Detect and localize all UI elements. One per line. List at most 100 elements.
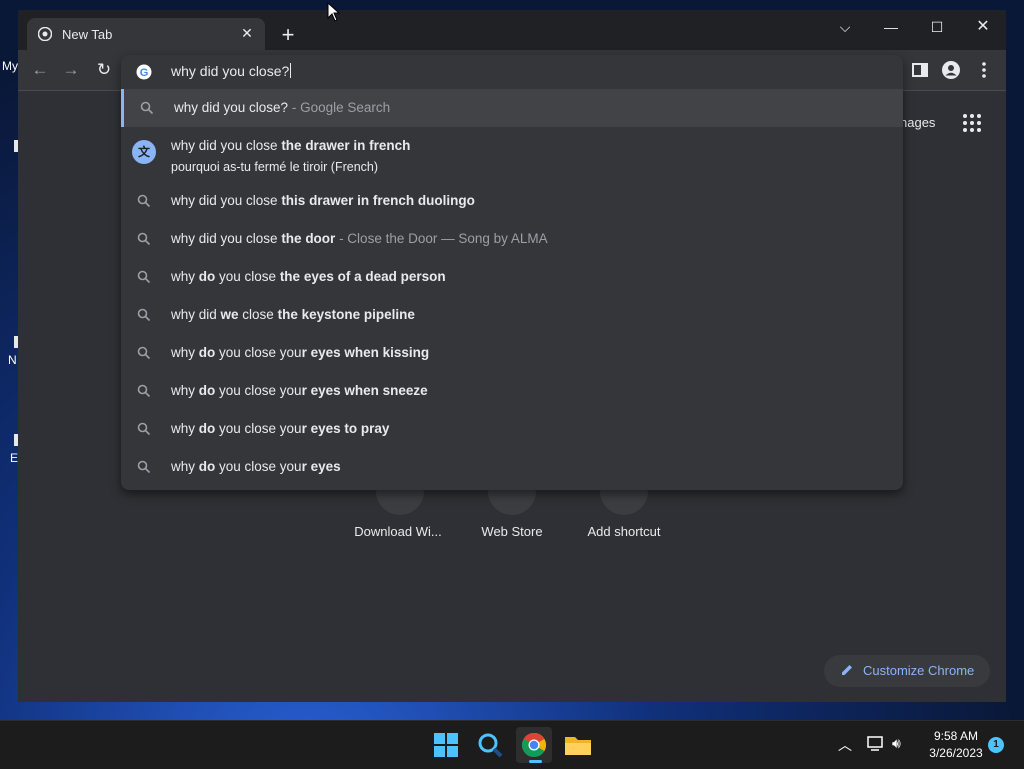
suggestion-text: you close you xyxy=(215,345,302,360)
reload-icon[interactable]: ↻ xyxy=(94,60,114,80)
suggestion-item[interactable]: why did you close? - Google Search xyxy=(121,89,903,127)
tab-new-tab[interactable]: New Tab ✕ xyxy=(27,18,265,50)
maximize-icon[interactable]: ☐ xyxy=(917,14,957,40)
suggestion-item[interactable]: why do you close the eyes of a dead pers… xyxy=(121,258,903,296)
translation-text: pourquoi as-tu fermé le tiroir (French) xyxy=(171,160,379,174)
images-link[interactable]: nages xyxy=(900,115,935,130)
search-icon xyxy=(140,101,154,115)
suggestion-bold: r eyes to pray xyxy=(301,421,390,436)
window-close-icon[interactable]: ✕ xyxy=(963,14,1003,40)
search-icon xyxy=(137,270,151,284)
suggestion-text: why did xyxy=(171,307,221,322)
pencil-icon xyxy=(842,665,852,675)
search-taskbar-button[interactable] xyxy=(472,727,508,763)
desktop-icon-label[interactable]: My xyxy=(2,59,18,73)
suggestion-text: you close you xyxy=(215,383,302,398)
google-apps-grid-icon[interactable] xyxy=(962,113,982,133)
back-arrow-icon[interactable]: ← xyxy=(30,60,50,80)
active-app-indicator xyxy=(529,760,542,763)
notification-badge[interactable]: 1 xyxy=(988,737,1004,753)
minimize-icon[interactable]: — xyxy=(871,14,911,40)
suggestion-text: why did you close? xyxy=(174,100,289,115)
tab-search-chevron-icon[interactable]: ⌵ xyxy=(825,14,865,40)
clock-date[interactable]: 3/26/2023 xyxy=(922,746,990,760)
chrome-taskbar-button[interactable] xyxy=(516,727,552,763)
search-icon xyxy=(137,384,151,398)
suggestion-text: you close you xyxy=(215,421,302,436)
suggestion-text: why did you close xyxy=(171,193,282,208)
suggestion-source: - Close the Door — Song by ALMA xyxy=(335,231,548,246)
omnibox-dropdown: G why did you close? why did you close? … xyxy=(121,55,903,490)
tab-title: New Tab xyxy=(62,27,113,42)
suggestion-bold: do xyxy=(198,269,216,284)
suggestion-bold: do xyxy=(198,421,216,436)
suggestion-text: why did you close xyxy=(171,138,282,153)
suggestion-bold: do xyxy=(198,383,216,398)
mouse-cursor-icon xyxy=(327,2,341,22)
suggestion-item[interactable]: why did you close the door - Close the D… xyxy=(121,220,903,258)
customize-chrome-label: Customize Chrome xyxy=(863,663,975,678)
suggestion-source: - Google Search xyxy=(288,100,391,115)
kebab-menu-icon[interactable] xyxy=(974,60,994,80)
suggestion-bold: r eyes xyxy=(301,459,341,474)
file-explorer-button[interactable] xyxy=(560,727,596,763)
taskbar: ︿ 🔊︎ 9:58 AM 3/26/2023 1 xyxy=(0,720,1024,769)
chrome-favicon-icon xyxy=(38,27,52,41)
suggestion-bold: the drawer in french xyxy=(281,138,411,153)
search-icon xyxy=(137,232,151,246)
translate-icon: 文 xyxy=(132,140,156,164)
suggestion-bold: the keystone pipeline xyxy=(277,307,415,322)
suggestion-bold: we xyxy=(220,307,239,322)
search-icon xyxy=(137,346,151,360)
suggestion-bold: do xyxy=(198,345,216,360)
suggestion-bold: this drawer in french duolingo xyxy=(281,193,475,208)
google-g-icon: G xyxy=(136,64,152,80)
shortcut-label-download[interactable]: Download Wi... xyxy=(338,524,458,539)
suggestion-item[interactable]: why did you close this drawer in french … xyxy=(121,182,903,220)
suggestion-bold: the door xyxy=(281,231,336,246)
search-icon xyxy=(137,308,151,322)
suggestion-text: why xyxy=(171,345,199,360)
customize-chrome-button[interactable]: Customize Chrome xyxy=(824,655,990,687)
suggestion-text: why did you close xyxy=(171,231,282,246)
clock-time[interactable]: 9:58 AM xyxy=(922,729,990,743)
chevron-up-icon[interactable]: ︿ xyxy=(838,735,852,755)
search-icon xyxy=(137,194,151,208)
chrome-logo-icon xyxy=(521,732,547,758)
start-button[interactable] xyxy=(428,727,464,763)
suggestion-text: you close you xyxy=(215,459,302,474)
suggestion-item[interactable]: why do you close your eyes when sneeze xyxy=(121,372,903,410)
shortcut-label-add[interactable]: Add shortcut xyxy=(564,524,684,539)
desktop-icon-label[interactable]: N xyxy=(8,353,17,367)
profile-avatar-icon[interactable] xyxy=(941,60,961,80)
suggestion-text: close xyxy=(238,307,278,322)
svg-text:G: G xyxy=(140,67,149,79)
suggestion-bold: do xyxy=(198,459,216,474)
network-icon[interactable] xyxy=(866,735,886,753)
search-icon xyxy=(137,422,151,436)
side-panel-icon[interactable] xyxy=(910,60,930,80)
forward-arrow-icon[interactable]: → xyxy=(61,60,81,80)
omnibox-input-row[interactable]: G why did you close? xyxy=(121,55,903,89)
close-icon[interactable]: ✕ xyxy=(238,24,256,42)
suggestion-text: why xyxy=(171,421,199,436)
suggestion-text: you close xyxy=(215,269,280,284)
suggestion-text: why xyxy=(171,459,199,474)
windows-logo-icon xyxy=(434,733,458,757)
suggestion-bold: r eyes when sneeze xyxy=(301,383,428,398)
shortcut-label-web-store[interactable]: Web Store xyxy=(452,524,572,539)
desktop-icon-label[interactable]: E xyxy=(10,451,18,465)
suggestion-item[interactable]: why do you close your eyes to pray xyxy=(121,410,903,448)
search-icon xyxy=(137,460,151,474)
suggestion-item[interactable]: why do you close your eyes xyxy=(121,448,903,486)
search-icon xyxy=(478,733,503,758)
suggestion-item-translate[interactable]: 文 why did you close the drawer in french… xyxy=(121,127,903,183)
tab-strip: New Tab ✕ + ⌵ — ☐ ✕ xyxy=(18,10,1006,50)
new-tab-plus-icon[interactable]: + xyxy=(277,24,299,46)
suggestion-bold: r eyes when kissing xyxy=(301,345,430,360)
suggestion-text: why xyxy=(171,269,199,284)
suggestion-item[interactable]: why did we close the keystone pipeline xyxy=(121,296,903,334)
suggestion-item[interactable]: why do you close your eyes when kissing xyxy=(121,334,903,372)
volume-icon[interactable]: 🔊︎ xyxy=(892,735,901,752)
omnibox-input[interactable]: why did you close? xyxy=(171,63,291,79)
